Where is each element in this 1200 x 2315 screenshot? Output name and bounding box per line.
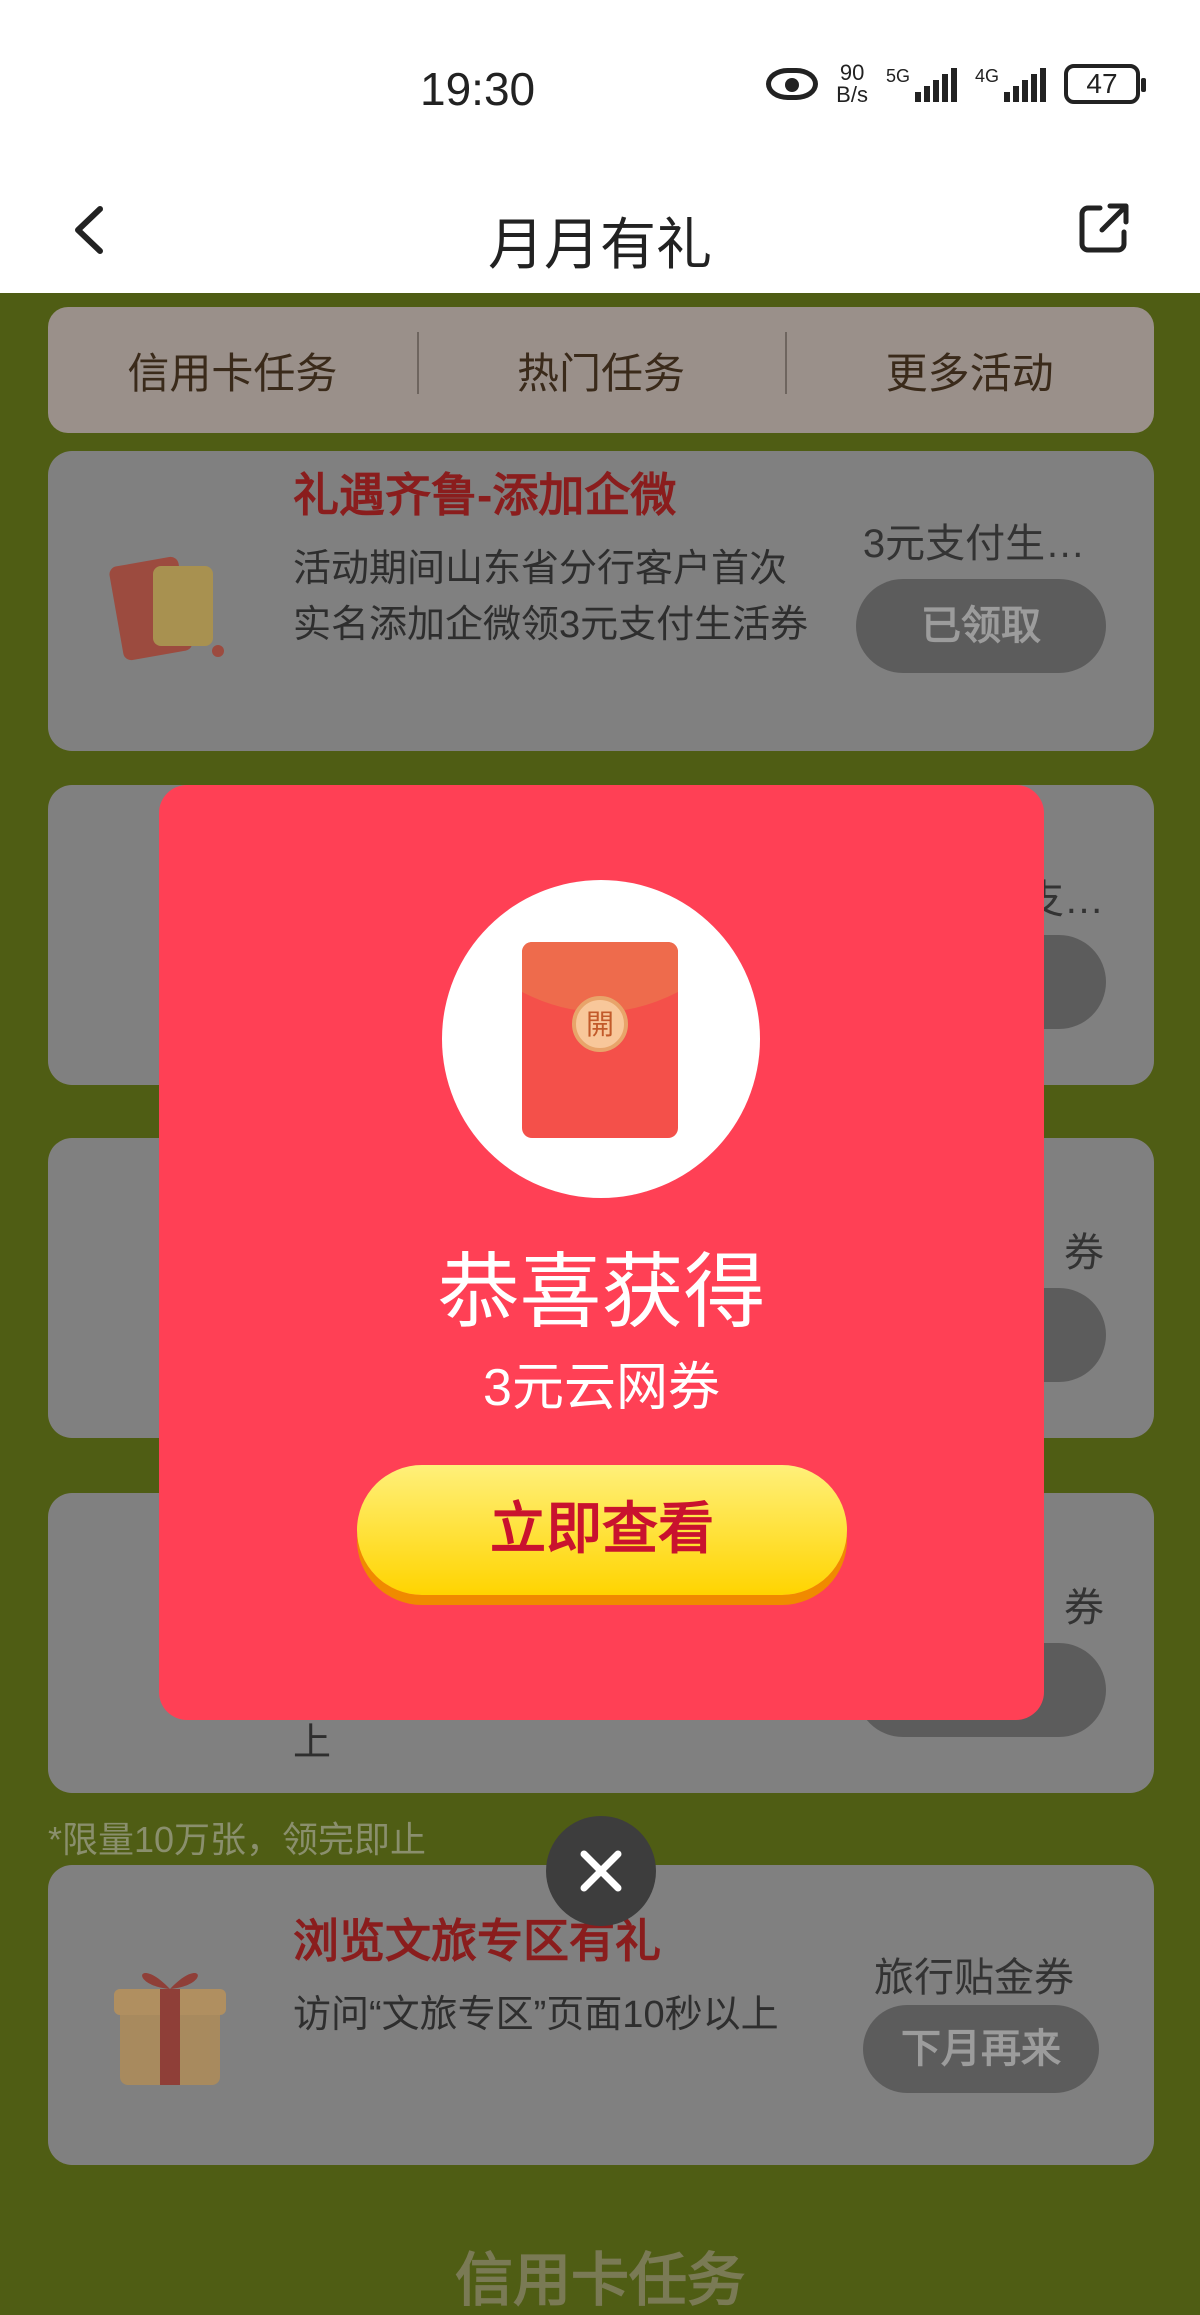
red-envelope-icon: 開 [522, 942, 678, 1138]
reward-modal: 開 恭喜获得 3元云网券 立即查看 [159, 785, 1044, 1720]
card-description: 访问“文旅专区”页面10秒以上 [293, 1994, 779, 2036]
battery-icon: 47 [1064, 64, 1146, 104]
task-card: 礼遇齐鲁-添加企微 活动期间山东省分行客户首次实名添加企微领3元支付生活券 3元… [48, 451, 1154, 751]
net-speed-value: 90 [839, 60, 865, 85]
net-speed: 90 B/s [836, 62, 868, 106]
modal-title: 恭喜获得 [437, 1247, 766, 1338]
card-reward: 旅行贴金券 [874, 1956, 1074, 2000]
status-icons: 90 B/s 5G 4G 47 [766, 62, 1146, 106]
signal-5g-label: 5G [885, 66, 910, 86]
signal-5g-icon: 5G [886, 66, 957, 102]
limit-note: *限量10万张，领完即止 [48, 1819, 427, 1860]
share-icon[interactable] [1076, 200, 1132, 256]
net-speed-unit: B/s [836, 82, 868, 107]
page-title: 月月有礼 [488, 213, 712, 276]
tab-credit-card-tasks[interactable]: 信用卡任务 [48, 340, 417, 401]
app-header: 月月有礼 [0, 170, 1200, 293]
modal-subtitle: 3元云网券 [483, 1359, 720, 1417]
tab-hot-tasks[interactable]: 热门任务 [416, 331, 786, 401]
view-now-button[interactable]: 立即查看 [357, 1465, 847, 1595]
status-time: 19:30 [420, 63, 536, 115]
eye-icon [766, 68, 819, 100]
close-modal-button[interactable] [546, 1816, 656, 1926]
envelope-badge: 開 [442, 880, 760, 1198]
task-tabs: 信用卡任务 热门任务 更多活动 [48, 307, 1154, 433]
next-month-button[interactable]: 下月再来 [863, 2005, 1099, 2093]
tab-more-activities[interactable]: 更多活动 [785, 331, 1154, 401]
section-title: 信用卡任务 [454, 2248, 745, 2313]
signal-4g-label: 4G [974, 66, 999, 86]
signal-4g-icon: 4G [975, 66, 1046, 102]
card-icon [109, 556, 224, 661]
card-description: 活动期间山东省分行客户首次实名添加企微领3元支付生活券 [293, 548, 809, 646]
gift-icon [114, 1972, 226, 2085]
envelope-char: 開 [586, 1008, 614, 1041]
claimed-button[interactable]: 已领取 [856, 579, 1106, 673]
card-title: 礼遇齐鲁-添加企微 [293, 469, 677, 521]
status-bar: 19:30 90 B/s 5G 4G 47 [0, 0, 1200, 170]
card-reward: 3元支付生… [862, 522, 1086, 566]
close-icon [580, 1850, 622, 1892]
